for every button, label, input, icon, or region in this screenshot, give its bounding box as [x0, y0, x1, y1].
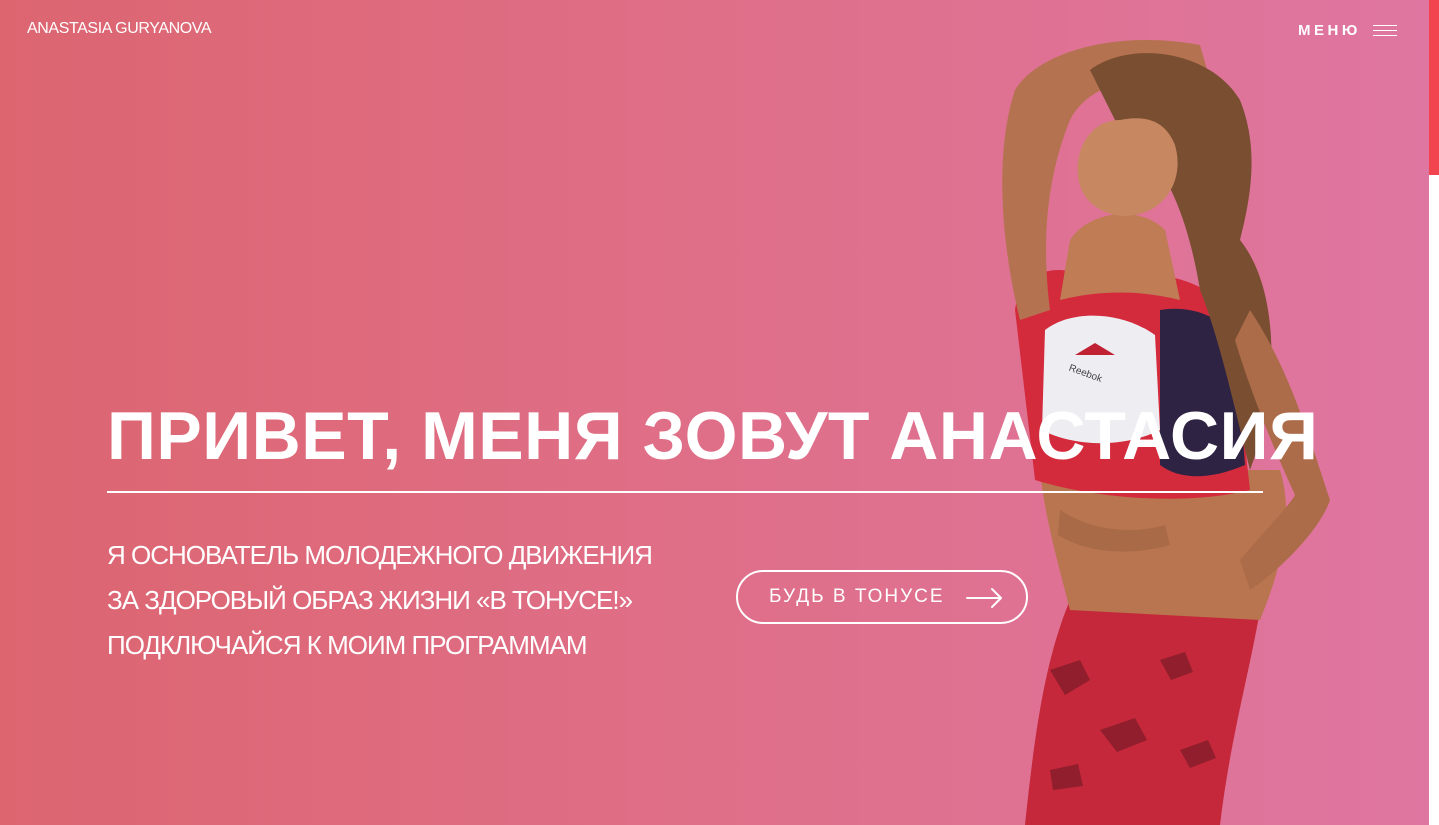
hamburger-icon — [1372, 24, 1397, 37]
title-divider — [107, 491, 1263, 493]
menu-label: МЕНЮ — [1298, 21, 1361, 39]
cta-button[interactable]: БУДЬ В ТОНУСЕ — [736, 570, 1028, 624]
scrollbar[interactable] — [1429, 0, 1439, 825]
description-line: ЗА ЗДОРОВЫЙ ОБРАЗ ЖИЗНИ «В ТОНУСЕ!» — [107, 585, 633, 615]
cta-label: БУДЬ В ТОНУСЕ — [769, 586, 945, 607]
description-line: ПОДКЛЮЧАЙСЯ К МОИМ ПРОГРАММАМ — [107, 630, 588, 660]
hero-section: Reebok ANASTASIA GURYANOVA МЕНЮ ПРИВЕТ, … — [0, 0, 1429, 825]
page-title: ПРИВЕТ, МЕНЯ ЗОВУТ АНАСТАСИЯ — [107, 398, 1319, 474]
menu-button[interactable]: МЕНЮ — [1298, 18, 1397, 42]
description-line: Я ОСНОВАТЕЛЬ МОЛОДЕЖНОГО ДВИЖЕНИЯ — [107, 540, 653, 570]
hero-description: Я ОСНОВАТЕЛЬ МОЛОДЕЖНОГО ДВИЖЕНИЯ ЗА ЗДО… — [107, 533, 653, 668]
scrollbar-thumb[interactable] — [1429, 0, 1439, 175]
arrow-right-icon — [966, 588, 1002, 608]
brand-name[interactable]: ANASTASIA GURYANOVA — [27, 20, 212, 38]
